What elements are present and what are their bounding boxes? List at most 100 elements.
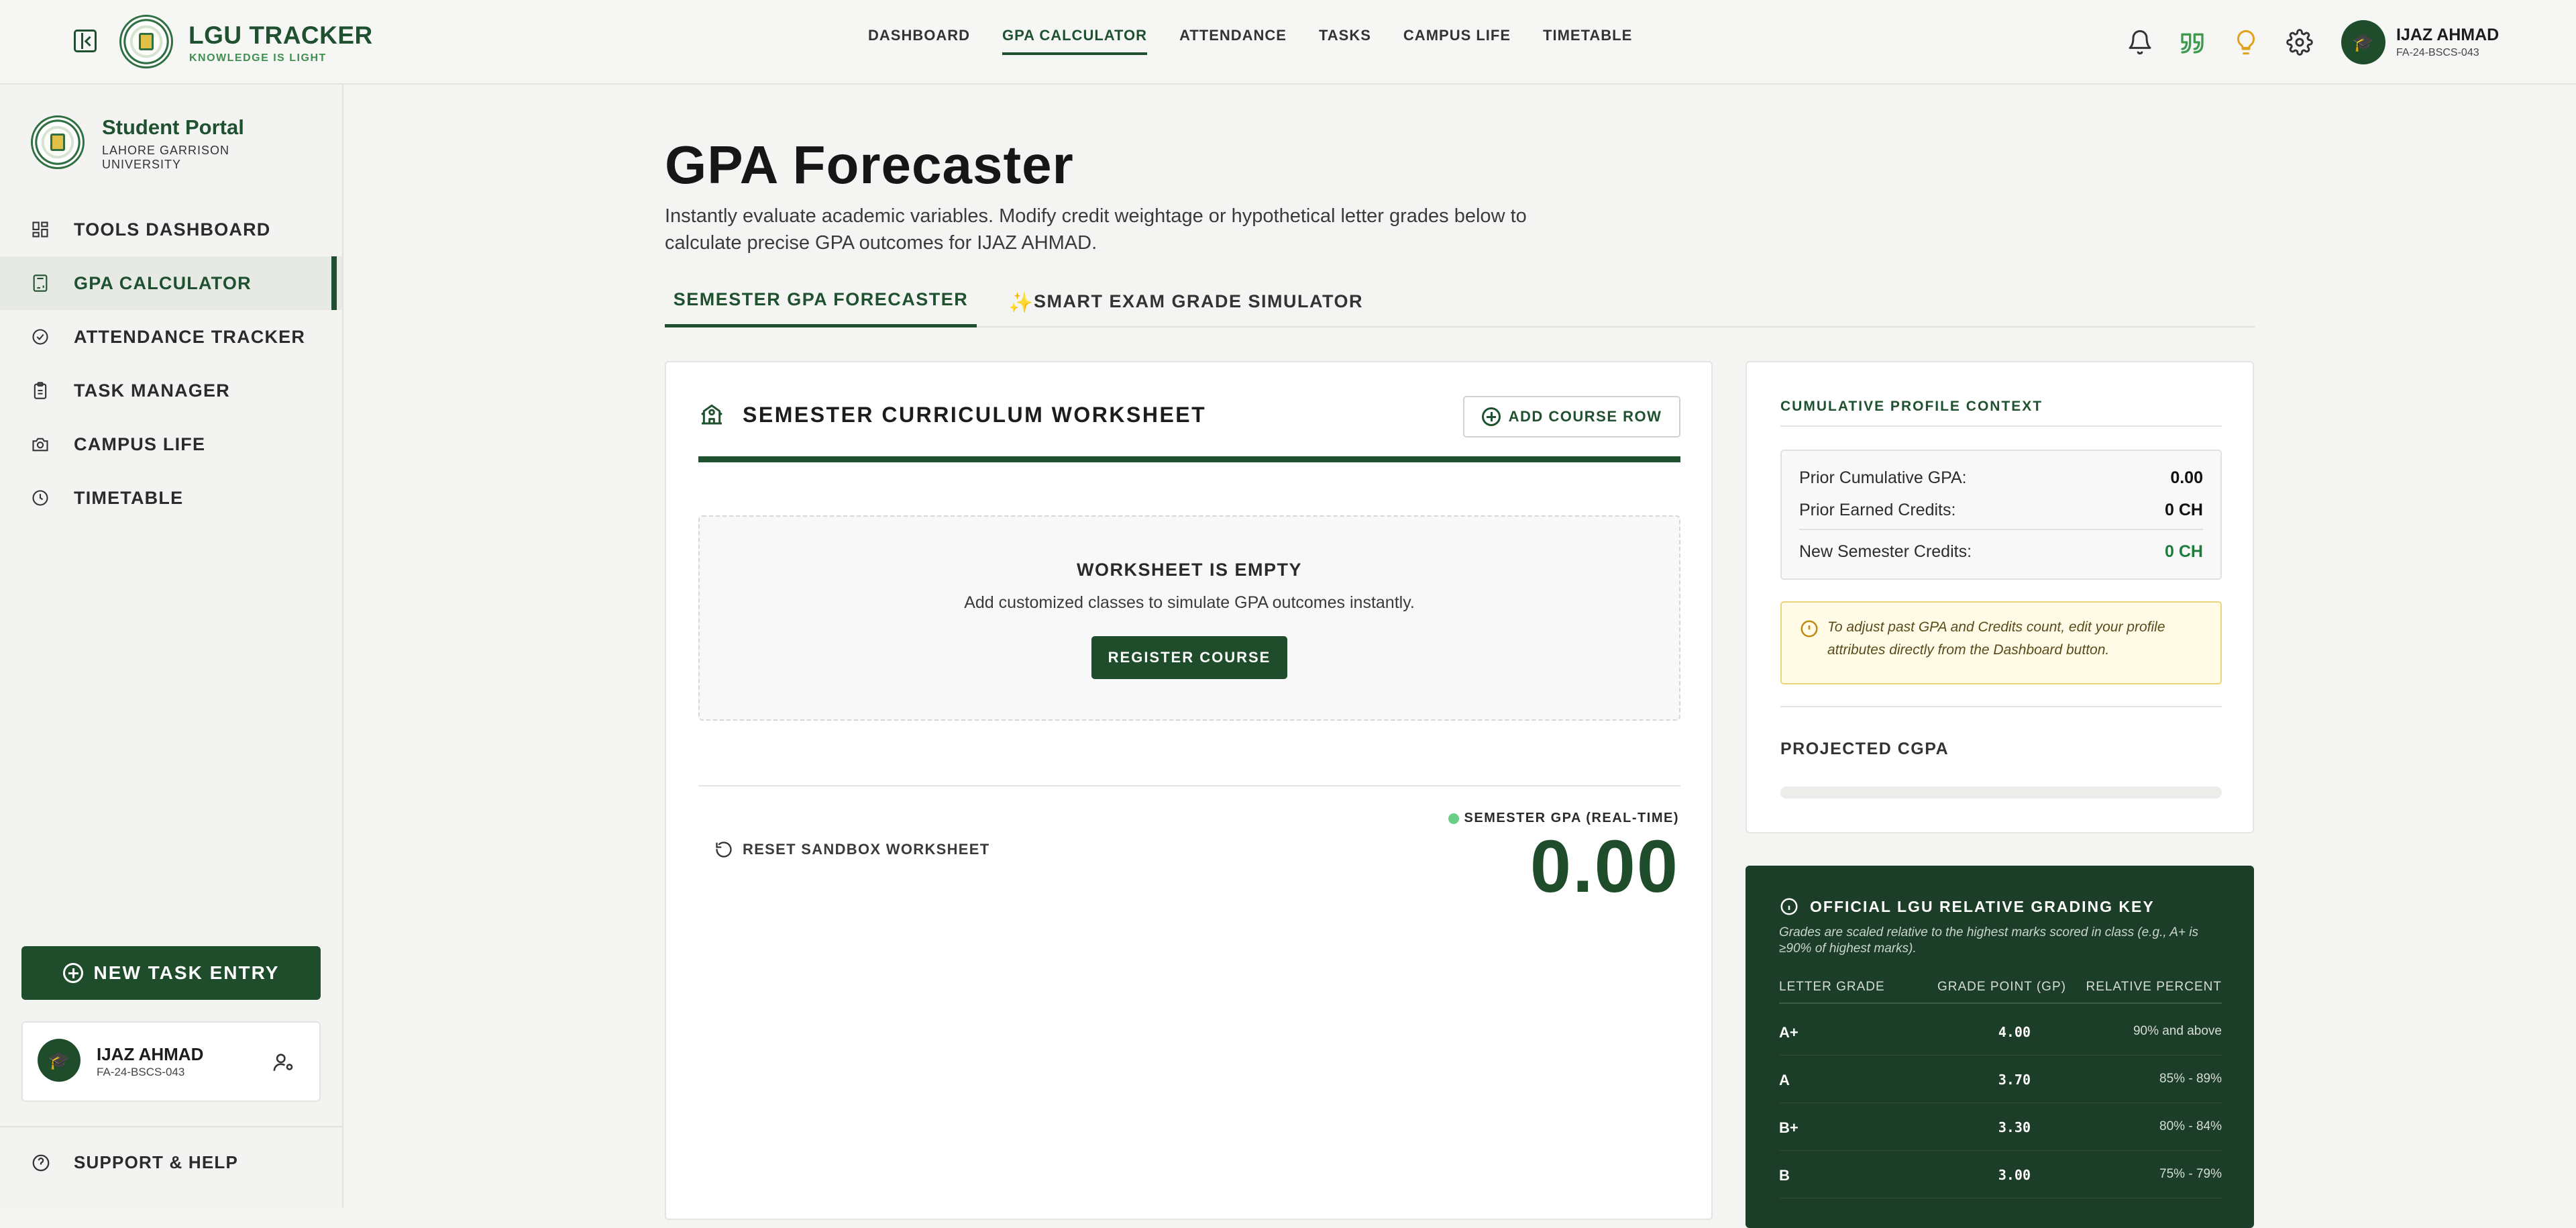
sidebar-item-gpa-calculator[interactable]: GPA CALCULATOR (0, 256, 342, 310)
divider (1780, 425, 2222, 427)
topnav-tasks[interactable]: TASKS (1319, 27, 1371, 55)
empty-state: WORKSHEET IS EMPTY Add customized classe… (698, 515, 1680, 721)
header-letter-grade: LETTER GRADE (1779, 980, 1885, 994)
worksheet-divider (698, 785, 1680, 786)
sidebar-divider (0, 1126, 342, 1127)
table-row: B 3.00 75% - 79% (1779, 1151, 2222, 1198)
grade-letter: B+ (1779, 1119, 1799, 1136)
sidebar-item-tools-dashboard[interactable]: TOOLS DASHBOARD (0, 203, 342, 256)
plus-circle-icon (62, 963, 83, 983)
gear-icon[interactable] (2286, 29, 2313, 56)
header-relative-percent: RELATIVE PERCENT (2086, 980, 2222, 994)
new-task-label: NEW TASK ENTRY (93, 962, 280, 983)
reset-worksheet-button[interactable]: RESET SANDBOX WORKSHEET (714, 840, 989, 859)
prior-gpa-value: 0.00 (2170, 468, 2203, 487)
grade-point: 3.70 (1998, 1072, 2031, 1088)
projected-cgpa-label: PROJECTED CGPA (1780, 739, 1949, 758)
user-settings-icon[interactable] (272, 1051, 295, 1074)
sidebar-item-task-manager[interactable]: TASK MANAGER (0, 364, 342, 417)
prior-gpa-row: Prior Cumulative GPA: 0.00 (1799, 468, 2203, 488)
reset-icon (716, 841, 732, 858)
add-row-label: ADD COURSE ROW (1508, 408, 1662, 425)
grade-range: 90% and above (2133, 1024, 2222, 1038)
grading-key-subtitle: Grades are scaled relative to the highes… (1779, 925, 2198, 956)
avatar[interactable]: 🎓 (2341, 20, 2385, 64)
new-task-button[interactable]: NEW TASK ENTRY (21, 946, 321, 1000)
tab-smart-exam-grade-simulator[interactable]: ✨ SMART EXAM GRADE SIMULATOR (1007, 275, 1363, 327)
topnav-gpa-calculator[interactable]: GPA CALCULATOR (1002, 27, 1148, 55)
support-help-link[interactable]: SUPPORT & HELP (0, 1135, 342, 1189)
tab-bar: SEMESTER GPA FORECASTER ✨ SMART EXAM GRA… (665, 275, 2255, 327)
prior-credits-value: 0 CH (2165, 501, 2203, 519)
table-row: A+ 4.00 90% and above (1779, 1008, 2222, 1056)
profile-stats: Prior Cumulative GPA: 0.00 Prior Earned … (1780, 450, 2222, 580)
user-id: FA-24-BSCS-043 (2396, 47, 2479, 58)
sidebar-item-campus-life[interactable]: CAMPUS LIFE (0, 417, 342, 471)
info-icon (1801, 620, 1818, 637)
grading-table-header: LETTER GRADE GRADE POINT (GP) RELATIVE P… (1779, 980, 2222, 1004)
sidebar-item-label: ATTENDANCE TRACKER (74, 326, 306, 347)
sidebar-item-attendance-tracker[interactable]: ATTENDANCE TRACKER (0, 310, 342, 364)
help-circle-icon (32, 1154, 50, 1172)
topnav-campus-life[interactable]: CAMPUS LIFE (1403, 27, 1511, 55)
divider (1799, 529, 2203, 530)
check-circle-icon (32, 329, 48, 345)
page-title: GPA Forecaster (665, 135, 1074, 195)
new-credits-value: 0 CH (2165, 542, 2203, 561)
grade-range: 80% - 84% (2159, 1119, 2222, 1133)
new-credits-row: New Semester Credits: 0 CH (1799, 542, 2203, 562)
cumulative-profile-card: CUMULATIVE PROFILE CONTEXT Prior Cumulat… (1746, 361, 2254, 833)
sidebar-collapse-icon[interactable] (74, 30, 97, 52)
info-icon (1780, 898, 1798, 915)
brand-title: LGU TRACKER (189, 21, 373, 49)
grade-letter: B (1779, 1167, 1790, 1184)
projected-cgpa-bar (1780, 786, 2222, 799)
prior-credits-label: Prior Earned Credits: (1799, 501, 1956, 519)
empty-subtitle: Add customized classes to simulate GPA o… (964, 593, 1415, 612)
grade-point: 3.00 (1998, 1167, 2031, 1183)
sparkle-icon: ✨ (1008, 292, 1034, 314)
bell-icon[interactable] (2127, 29, 2153, 56)
profile-note: To adjust past GPA and Credits count, ed… (1780, 601, 2222, 684)
sidebar-logo (31, 115, 85, 169)
quote-icon[interactable] (2179, 29, 2206, 56)
lightbulb-icon[interactable] (2233, 29, 2259, 56)
plus-circle-icon (1481, 407, 1501, 426)
profile-card-title: CUMULATIVE PROFILE CONTEXT (1780, 399, 2043, 414)
clipboard-icon (34, 382, 47, 399)
user-name: IJAZ AHMAD (2396, 25, 2500, 44)
topnav-timetable[interactable]: TIMETABLE (1543, 27, 1632, 55)
avatar: 🎓 (38, 1039, 80, 1082)
topnav-attendance[interactable]: ATTENDANCE (1179, 27, 1287, 55)
table-row: B+ 3.30 80% - 84% (1779, 1103, 2222, 1151)
sidebar-nav: TOOLS DASHBOARD GPA CALCULATOR ATTENDANC… (0, 203, 342, 525)
sidebar-user-name: IJAZ AHMAD (97, 1044, 204, 1064)
calculator-icon (33, 274, 48, 292)
page-description: Instantly evaluate academic variables. M… (665, 205, 1527, 254)
prior-gpa-label: Prior Cumulative GPA: (1799, 468, 1967, 487)
sidebar-item-timetable[interactable]: TIMETABLE (0, 471, 342, 525)
grade-range: 75% - 79% (2159, 1167, 2222, 1181)
top-nav: DASHBOARD GPA CALCULATOR ATTENDANCE TASK… (868, 27, 1632, 55)
note-text: To adjust past GPA and Credits count, ed… (1827, 619, 2165, 658)
reset-label: RESET SANDBOX WORKSHEET (743, 841, 990, 858)
support-label: SUPPORT & HELP (74, 1152, 239, 1172)
worksheet-accent-bar (698, 456, 1680, 462)
top-bar: LGU TRACKER KNOWLEDGE IS LIGHT DASHBOARD… (0, 0, 2576, 85)
register-course-button[interactable]: REGISTER COURSE (1091, 636, 1287, 679)
grading-key-title: OFFICIAL LGU RELATIVE GRADING KEY (1810, 898, 2155, 915)
tab-label: SMART EXAM GRADE SIMULATOR (1034, 291, 1363, 311)
grid-icon (32, 221, 48, 238)
university-logo (119, 15, 173, 68)
add-course-row-button[interactable]: ADD COURSE ROW (1463, 396, 1680, 438)
sidebar-item-label: TOOLS DASHBOARD (74, 219, 271, 240)
grade-point: 4.00 (1998, 1024, 2031, 1040)
topnav-dashboard[interactable]: DASHBOARD (868, 27, 970, 55)
header-grade-point: GRADE POINT (GP) (1937, 980, 2066, 994)
grade-point: 3.30 (1998, 1119, 2031, 1135)
empty-title: WORKSHEET IS EMPTY (1076, 560, 1303, 580)
tab-semester-gpa-forecaster[interactable]: SEMESTER GPA FORECASTER (665, 275, 977, 327)
prior-credits-row: Prior Earned Credits: 0 CH (1799, 501, 2203, 520)
sidebar-item-label: CAMPUS LIFE (74, 433, 206, 454)
grading-table-body: A+ 4.00 90% and above A 3.70 85% - 89% B… (1779, 1008, 2222, 1198)
